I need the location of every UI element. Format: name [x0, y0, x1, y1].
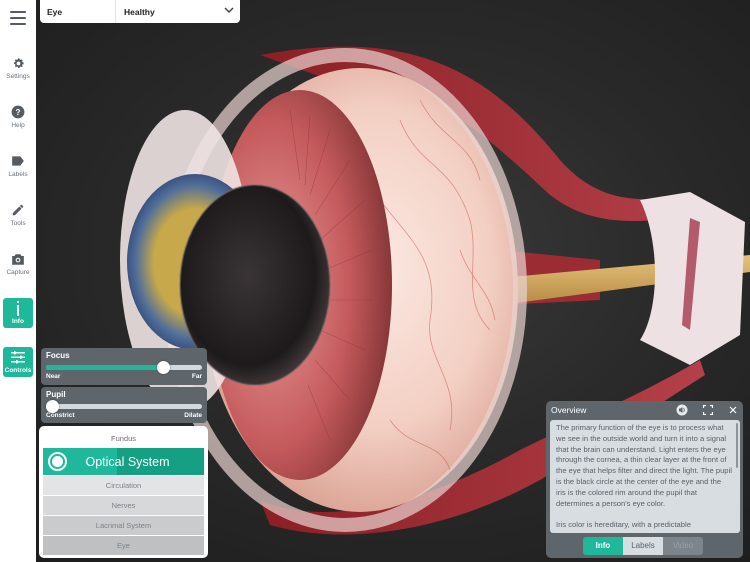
layer-toggle-handle[interactable] — [48, 452, 67, 471]
svg-text:?: ? — [16, 108, 21, 117]
focus-control-panel: Focus Near Far — [41, 348, 207, 385]
sidebar-item-label: Labels — [8, 171, 28, 178]
sidebar-item-label: Settings — [6, 73, 30, 80]
question-circle-icon: ? — [10, 104, 26, 120]
sidebar-item-label: Info — [12, 318, 24, 325]
sidebar-item-settings[interactable]: Settings — [3, 53, 33, 83]
hamburger-menu-icon[interactable] — [10, 11, 26, 25]
model-name: Eye — [47, 6, 63, 17]
pupil-slider-handle[interactable] — [46, 400, 59, 413]
overview-tabs: Info Labels Video — [583, 537, 703, 555]
layer-fundus[interactable]: Fundus — [42, 429, 205, 448]
sidebar-item-label: Help — [11, 122, 25, 129]
model-selector-bar: Eye Healthy — [40, 0, 240, 23]
layer-active-label: Optical System — [85, 454, 170, 469]
model-selector[interactable]: Eye — [40, 0, 116, 23]
layer-circulation[interactable]: Circulation — [43, 476, 204, 495]
sidebar-item-info[interactable]: Info — [3, 298, 33, 328]
sliders-icon — [10, 349, 26, 365]
pupil-title: Pupil — [46, 390, 66, 399]
pencil-icon — [10, 202, 26, 218]
close-icon[interactable] — [727, 404, 739, 416]
sidebar-item-capture[interactable]: Capture — [3, 249, 33, 279]
focus-max-label: Far — [191, 373, 202, 380]
overview-panel: Overview The primary function of the eye… — [546, 401, 743, 558]
sidebar: Settings ? Help Labels Tools Capture Inf… — [0, 0, 36, 562]
camera-icon — [10, 251, 26, 267]
sidebar-item-tools[interactable]: Tools — [3, 200, 33, 230]
focus-slider-handle[interactable] — [157, 361, 170, 374]
sidebar-item-labels[interactable]: Labels — [3, 151, 33, 181]
tab-labels[interactable]: Labels — [623, 537, 663, 555]
layers-panel: Fundus Optical System Circulation Nerves… — [39, 426, 208, 558]
focus-slider[interactable] — [46, 361, 202, 374]
tab-video: Video — [663, 537, 703, 555]
layer-eye[interactable]: Eye — [43, 536, 204, 555]
focus-slider-fill — [46, 365, 163, 370]
pupil-slider[interactable] — [46, 400, 202, 413]
chevron-down-icon[interactable] — [224, 6, 234, 14]
overview-title: Overview — [551, 405, 587, 415]
pupil-control-panel: Pupil Constrict Dilate — [41, 387, 207, 423]
fullscreen-icon[interactable] — [702, 404, 714, 416]
condition-dropdown[interactable]: Healthy — [116, 0, 240, 23]
condition-value: Healthy — [124, 6, 155, 17]
overview-paragraph: The primary function of the eye is to pr… — [556, 423, 732, 508]
tag-icon — [10, 153, 26, 169]
gear-icon — [10, 55, 26, 71]
pupil-min-label: Constrict — [46, 412, 75, 419]
sidebar-item-label: Controls — [4, 367, 32, 374]
layer-nerves[interactable]: Nerves — [43, 496, 204, 515]
focus-min-label: Near — [46, 373, 61, 380]
sidebar-item-label: Tools — [10, 220, 26, 227]
sidebar-item-help[interactable]: ? Help — [3, 102, 33, 132]
focus-title: Focus — [46, 351, 70, 360]
sidebar-item-label: Capture — [6, 269, 30, 276]
overview-paragraph: Iris color is hereditary, with a predict… — [556, 519, 691, 529]
info-icon — [10, 300, 26, 316]
pupil-max-label: Dilate — [184, 412, 202, 419]
layer-optical-system[interactable]: Optical System — [43, 448, 204, 475]
sidebar-item-controls[interactable]: Controls — [3, 347, 33, 377]
overview-scrollbar[interactable] — [736, 423, 738, 468]
overview-text[interactable]: The primary function of the eye is to pr… — [550, 420, 740, 533]
layer-lacrimal-system[interactable]: Lacrimal System — [43, 516, 204, 535]
speaker-icon[interactable] — [676, 404, 688, 416]
tab-info[interactable]: Info — [583, 537, 623, 555]
